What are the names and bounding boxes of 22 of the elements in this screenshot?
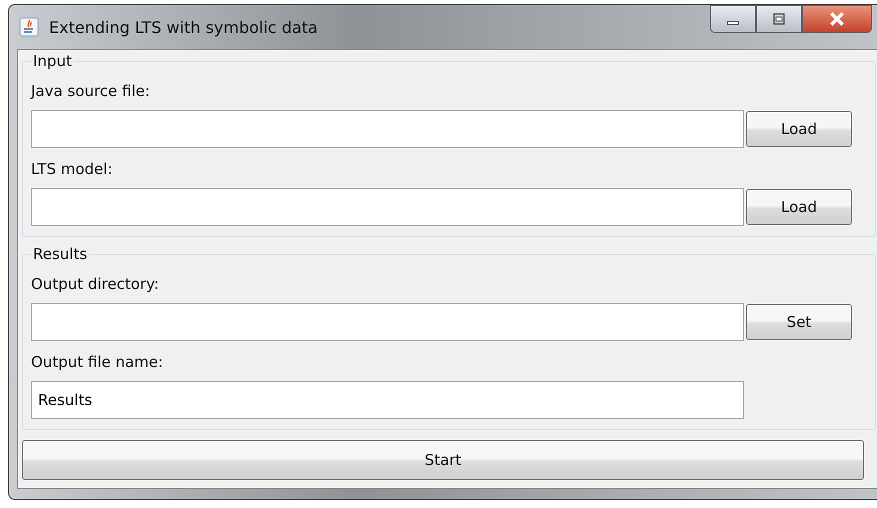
- group-title: Input: [32, 52, 73, 70]
- close-button[interactable]: [802, 5, 872, 33]
- window-title: Extending LTS with symbolic data: [49, 18, 318, 36]
- text-field[interactable]: Results: [31, 381, 744, 419]
- field-label: Output file name:: [31, 353, 164, 371]
- maximize-icon: [771, 11, 787, 27]
- close-icon: [828, 10, 846, 28]
- action-button[interactable]: Set: [746, 304, 852, 340]
- field-label: Java source file:: [31, 82, 151, 100]
- text-field[interactable]: [31, 303, 744, 341]
- app-icon: [19, 17, 39, 37]
- maximize-button[interactable]: [756, 5, 802, 33]
- field-label: Output directory:: [31, 275, 160, 293]
- minimize-button[interactable]: [710, 5, 756, 33]
- action-button[interactable]: Load: [746, 189, 852, 225]
- field-label: LTS model:: [31, 160, 114, 178]
- text-field[interactable]: [31, 188, 744, 226]
- text-field[interactable]: [31, 110, 744, 148]
- minimize-icon: [727, 21, 739, 25]
- group-title: Results: [32, 245, 88, 263]
- action-button[interactable]: Load: [746, 111, 852, 147]
- start-button[interactable]: Start: [22, 440, 864, 480]
